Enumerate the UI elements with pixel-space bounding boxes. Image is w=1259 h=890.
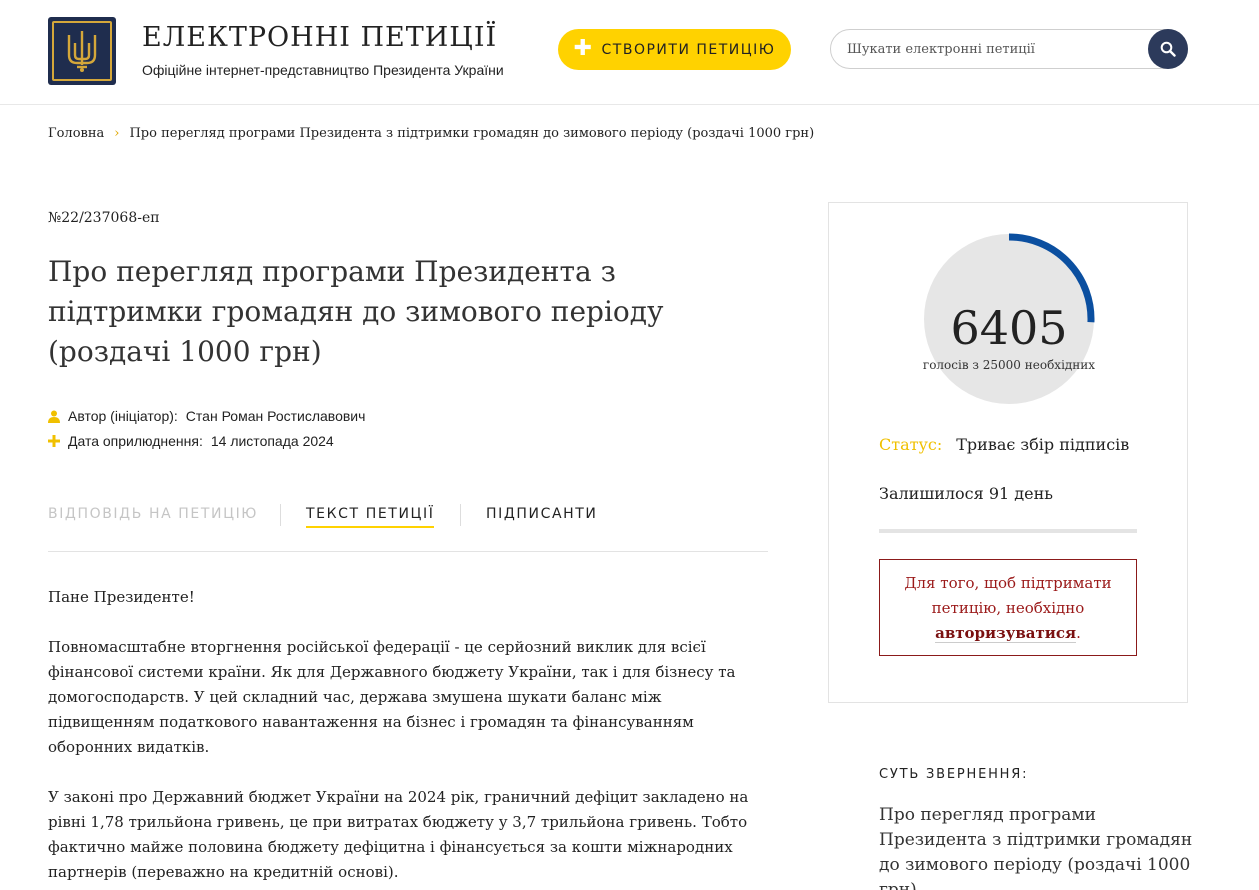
body-paragraph: Повномасштабне вторгнення російської фед… bbox=[48, 638, 736, 756]
tab-divider bbox=[460, 504, 461, 526]
signature-panel: 6405 голосів з 25000 необхідних Статус: … bbox=[828, 202, 1188, 703]
breadcrumb: Головна › Про перегляд програми Президен… bbox=[48, 126, 814, 141]
site-title[interactable]: ЕЛЕКТРОННІ ПЕТИЦІЇ bbox=[142, 22, 497, 53]
votes-label: голосів з 25000 необхідних bbox=[922, 358, 1096, 372]
plus-icon bbox=[48, 434, 60, 448]
user-icon bbox=[48, 409, 60, 423]
status-value: Триває збір підписів bbox=[956, 435, 1130, 454]
auth-text-end: . bbox=[1076, 624, 1081, 642]
site-header: ЕЛЕКТРОННІ ПЕТИЦІЇ Офіційне інтернет-пре… bbox=[0, 0, 1259, 105]
plus-icon: ✚ bbox=[573, 35, 594, 61]
status-label: Статус: bbox=[879, 435, 943, 454]
petition-author: Автор (ініціатор): Стан Роман Ростиславо… bbox=[48, 408, 365, 424]
chevron-right-icon: › bbox=[114, 126, 120, 141]
search-box bbox=[830, 29, 1188, 69]
logo-frame bbox=[52, 21, 112, 81]
login-link[interactable]: авторизуватися bbox=[935, 624, 1077, 643]
status-row: Статус: Триває збір підписів bbox=[879, 435, 1129, 454]
petition-number: №22/237068-еп bbox=[48, 210, 160, 226]
page-title: Про перегляд програми Президента з підтр… bbox=[48, 255, 664, 368]
essence-text: Про перегляд програми Президента з підтр… bbox=[879, 805, 1193, 890]
site-subtitle: Офіційне інтернет-представництво Президе… bbox=[142, 62, 504, 78]
tab-divider bbox=[280, 504, 281, 526]
days-remaining: Залишилося 91 день bbox=[879, 484, 1053, 503]
essence-heading: СУТЬ ЗВЕРНЕННЯ: bbox=[879, 767, 1029, 782]
tab-signers[interactable]: ПІДПИСАНТИ bbox=[486, 506, 598, 522]
date-label: Дата оприлюднення: bbox=[68, 433, 203, 449]
create-petition-label: СТВОРИТИ ПЕТИЦІЮ bbox=[601, 41, 776, 58]
search-input[interactable] bbox=[847, 30, 1147, 68]
auth-text: Для того, щоб підтримати петицію, необхі… bbox=[904, 574, 1112, 617]
trident-icon bbox=[67, 31, 97, 72]
site-logo[interactable] bbox=[48, 17, 116, 85]
petition-date: Дата оприлюднення: 14 листопада 2024 bbox=[48, 433, 334, 449]
author-label: Автор (ініціатор): bbox=[68, 408, 178, 424]
petition-tabs: ВІДПОВІДЬ НА ПЕТИЦІЮ ТЕКСТ ПЕТИЦІЇ ПІДПИ… bbox=[48, 500, 768, 552]
votes-count: 6405 bbox=[950, 301, 1068, 355]
petition-body: Пане Президенте! Повномасштабне вторгнен… bbox=[48, 585, 768, 890]
tab-petition-text[interactable]: ТЕКСТ ПЕТИЦІЇ bbox=[306, 506, 435, 528]
body-paragraph: У законі про Державний бюджет України на… bbox=[48, 788, 749, 881]
auth-notice: Для того, щоб підтримати петицію, необхі… bbox=[879, 559, 1137, 656]
breadcrumb-home[interactable]: Головна bbox=[48, 126, 104, 141]
search-icon bbox=[1160, 41, 1176, 57]
date-value: 14 листопада 2024 bbox=[210, 433, 334, 449]
author-name: Стан Роман Ростиславович bbox=[185, 408, 366, 424]
votes-progress-ring: 6405 голосів з 25000 необхідних bbox=[921, 231, 1097, 407]
body-paragraph: Пане Президенте! bbox=[48, 588, 195, 606]
time-progress-bar bbox=[879, 529, 1137, 533]
tab-answer[interactable]: ВІДПОВІДЬ НА ПЕТИЦІЮ bbox=[48, 506, 258, 522]
breadcrumb-current: Про перегляд програми Президента з підтр… bbox=[129, 126, 815, 141]
create-petition-button[interactable]: ✚ СТВОРИТИ ПЕТИЦІЮ bbox=[558, 29, 791, 70]
search-button[interactable] bbox=[1148, 29, 1188, 69]
